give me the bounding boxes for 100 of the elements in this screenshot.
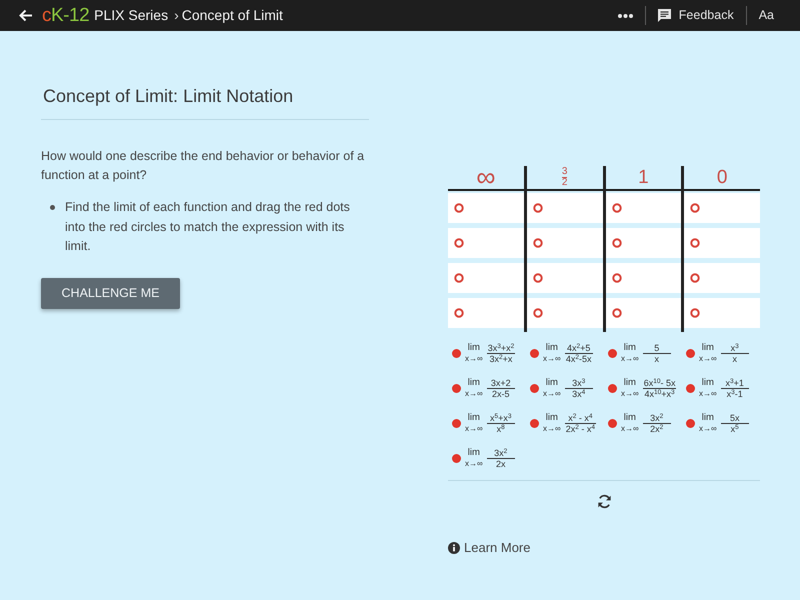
ring-icon[interactable] — [690, 238, 700, 248]
limit-approach: x→∞ — [543, 388, 561, 399]
dot-icon[interactable] — [608, 418, 617, 428]
denominator: 2x$^{2}$ - x$^{4}$ — [564, 424, 596, 434]
limit-label: lim — [468, 342, 480, 353]
numerator: 3x$^{2}$ — [649, 412, 664, 422]
dot-icon[interactable] — [530, 348, 539, 358]
numerator: 6x$^{10}$- 5x — [642, 378, 676, 388]
limit-approach: x→∞ — [465, 458, 483, 469]
denominator: x — [653, 354, 660, 364]
limit-label: lim — [546, 342, 558, 353]
limit-label: lim — [546, 412, 558, 423]
challenge-button[interactable]: CHALLENGE ME — [41, 278, 180, 308]
ring-icon[interactable] — [532, 273, 543, 283]
dot-icon[interactable] — [686, 418, 695, 428]
limit-label: lim — [624, 377, 636, 388]
back-arrow-icon[interactable] — [18, 9, 33, 22]
denominator: 3x$^{2}$+x — [488, 354, 514, 364]
more-icon[interactable] — [618, 14, 633, 18]
limit-approach: x→∞ — [465, 423, 483, 434]
dot-icon[interactable] — [686, 348, 695, 358]
ring-icon[interactable] — [612, 238, 622, 248]
denominator: x$^{3}$-1 — [726, 388, 744, 398]
limit-approach: x→∞ — [621, 423, 639, 434]
numerator: 5 — [653, 342, 660, 352]
limit-label: lim — [468, 447, 480, 458]
numerator: x$^{3}$+1 — [724, 378, 745, 388]
dot-icon[interactable] — [452, 454, 461, 462]
column-header: 0 — [716, 168, 728, 187]
limit-approach: x→∞ — [621, 353, 639, 364]
instruction-text: Find the limit of each function and drag the red dots into the red circles to match the expression with its limit. — [65, 199, 351, 255]
limit-approach: x→∞ — [465, 388, 483, 399]
dot-icon[interactable] — [686, 384, 695, 392]
denominator: 2x-5 — [490, 388, 510, 398]
ring-icon[interactable] — [532, 238, 543, 248]
numerator: 3x$^{2}$ — [493, 448, 508, 458]
feedback-button[interactable]: Feedback — [658, 8, 734, 23]
ring-icon[interactable] — [612, 273, 622, 283]
denominator: 2x$^{2}$ — [649, 424, 664, 434]
limit-label: lim — [546, 377, 558, 388]
denominator: x$^{8}$ — [496, 424, 506, 434]
dot-icon[interactable] — [608, 384, 617, 392]
dot-icon[interactable] — [530, 418, 539, 428]
limit-approach: x→∞ — [543, 423, 561, 434]
limit-label: lim — [624, 412, 636, 423]
ring-icon[interactable] — [454, 308, 464, 318]
column-header: ∞ — [476, 164, 496, 191]
column-header: 1 — [638, 168, 649, 187]
ring-icon[interactable] — [532, 308, 543, 318]
limit-approach: x→∞ — [543, 353, 561, 364]
limit-approach: x→∞ — [621, 388, 639, 399]
denominator: 3x$^{4}$ — [571, 388, 586, 398]
ring-icon[interactable] — [532, 203, 543, 213]
text-size-button[interactable]: Aa — [758, 8, 774, 23]
limit-label: lim — [468, 377, 480, 388]
denominator: 2x — [494, 458, 506, 468]
learn-more-link[interactable]: Learn More — [448, 540, 530, 556]
refresh-icon[interactable] — [596, 494, 612, 509]
numerator: 3x$^{3}$ — [571, 378, 586, 388]
ring-icon[interactable] — [690, 273, 700, 283]
dot-icon[interactable] — [452, 418, 461, 428]
limit-label: lim — [702, 412, 714, 423]
limit-label: lim — [624, 342, 636, 353]
denominator: 4x$^{10}$+x$^{3}$ — [644, 388, 676, 398]
numerator: 3 — [562, 167, 568, 177]
ring-icon[interactable] — [612, 308, 622, 318]
numerator: x$^{5}$+x$^{3}$ — [488, 412, 512, 422]
ring-icon[interactable] — [454, 238, 464, 248]
numerator: 4x$^{2}$+5 — [566, 342, 592, 352]
dot-icon[interactable] — [452, 384, 461, 392]
ring-icon[interactable] — [690, 308, 700, 318]
dot-icon[interactable] — [608, 348, 617, 358]
numerator: 5x — [728, 412, 740, 422]
info-icon — [448, 542, 460, 554]
dot-icon[interactable] — [530, 384, 539, 392]
denominator: 4x$^{2}$-5x — [564, 354, 593, 364]
bullet-icon — [50, 205, 55, 210]
ring-icon[interactable] — [454, 203, 464, 213]
denominator: 2 — [562, 178, 568, 188]
denominator: x — [731, 354, 738, 364]
limit-approach: x→∞ — [699, 353, 717, 364]
numerator: 3x$^{3}$+x$^{2}$ — [486, 342, 516, 352]
ring-icon[interactable] — [454, 273, 464, 283]
numerator: x$^{2}$ - x$^{4}$ — [567, 412, 594, 422]
limit-label: lim — [702, 342, 714, 353]
question-text: How would one describe the end behavior or behavior of a function at a point? — [41, 148, 366, 184]
limit-approach: x→∞ — [699, 388, 717, 399]
lesson-title: Concept of Limit: Limit Notation — [43, 85, 294, 107]
denominator: x$^{5}$ — [730, 424, 740, 434]
numerator: 3x+2 — [490, 378, 512, 388]
ring-icon[interactable] — [612, 203, 622, 213]
ring-icon[interactable] — [690, 203, 700, 213]
limit-approach: x→∞ — [699, 423, 717, 434]
logo-text[interactable]: cK-12 — [42, 6, 90, 25]
page-title: Concept of Limit — [182, 7, 283, 24]
limit-approach: x→∞ — [465, 353, 483, 364]
message-icon — [658, 9, 671, 22]
breadcrumb-separator: › — [174, 7, 179, 24]
breadcrumb-link[interactable]: PLIX Series — [94, 7, 168, 24]
dot-icon[interactable] — [452, 348, 461, 358]
